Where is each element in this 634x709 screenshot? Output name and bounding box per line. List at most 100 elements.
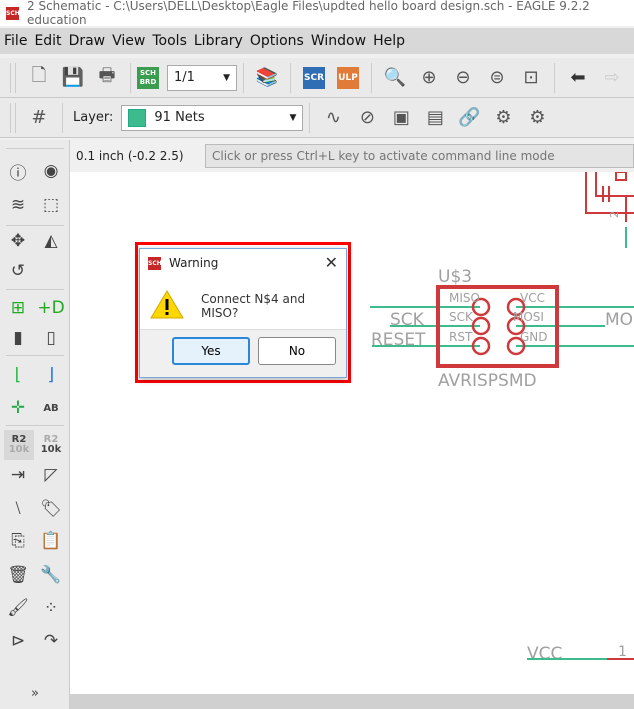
ulp-icon[interactable]: ULP bbox=[337, 66, 359, 89]
attribute-tag-icon[interactable]: 🏷 bbox=[38, 496, 64, 522]
rotate-icon[interactable]: ↺ bbox=[5, 258, 31, 284]
layer-select[interactable]: 91 Nets ▼ bbox=[121, 104, 304, 131]
mirror-icon[interactable]: ◭ bbox=[38, 228, 64, 254]
miter-icon[interactable]: ◸ bbox=[38, 462, 64, 488]
menu-bar: File Edit Draw View Tools Library Option… bbox=[0, 28, 634, 54]
part-name: U$3 bbox=[438, 267, 472, 287]
close-icon[interactable]: ✕ bbox=[325, 253, 338, 272]
multimeter-icon[interactable]: ▣ bbox=[388, 105, 414, 131]
horizontal-scrollbar[interactable] bbox=[70, 694, 634, 709]
pin-label-miso: MISO bbox=[449, 291, 480, 305]
app-icon: SCH bbox=[148, 256, 162, 270]
label-icon[interactable]: AB bbox=[38, 395, 64, 421]
zoom-area-icon[interactable]: ⊡ bbox=[518, 65, 544, 91]
menu-window[interactable]: Window bbox=[311, 33, 366, 49]
layer-value: 91 Nets bbox=[154, 110, 205, 125]
print-icon[interactable]: 🖶 bbox=[94, 65, 120, 91]
layers-icon[interactable]: ≋ bbox=[5, 192, 31, 218]
ratsnest-icon[interactable]: ⁘ bbox=[38, 595, 64, 621]
junction-icon[interactable]: ✛ bbox=[5, 395, 31, 421]
grid-coordinate: 0.1 inch (-0.2 2.5) bbox=[76, 149, 184, 163]
part-value: AVRISPSMD bbox=[438, 371, 537, 391]
command-line-input[interactable] bbox=[205, 144, 634, 168]
toolbar-grip[interactable] bbox=[10, 102, 16, 133]
yes-button[interactable]: Yes bbox=[172, 337, 250, 365]
bus-icon[interactable]: ⌋ bbox=[38, 362, 64, 388]
script-icon[interactable]: SCR bbox=[303, 66, 325, 89]
chevron-down-icon: ▼ bbox=[223, 72, 230, 83]
link-add-icon[interactable]: 🔗 bbox=[456, 105, 482, 131]
grid-icon[interactable]: # bbox=[26, 105, 52, 131]
pin-swap-icon[interactable]: ⇥ bbox=[5, 462, 31, 488]
probe-icon[interactable]: ⊘ bbox=[354, 105, 380, 131]
move-icon[interactable]: ✥ bbox=[5, 228, 31, 254]
eye-icon[interactable]: ◉ bbox=[38, 158, 64, 184]
layer-color-swatch bbox=[128, 108, 147, 127]
copy-icon[interactable]: ⎘ bbox=[5, 528, 31, 554]
no-button[interactable]: No bbox=[258, 337, 336, 365]
multimeter-alt-icon[interactable]: ▤ bbox=[422, 105, 448, 131]
pin-label-vcc: VCC bbox=[520, 291, 545, 305]
add-gate-icon[interactable]: +D bbox=[37, 295, 64, 321]
left-toolbar: ⓘ ◉ ≋ ⬚ ✥ ◭ ↺ ⊞ +D ▮ ▯ ⌊ ⌋ ✛ AB R2 10k R2… bbox=[0, 140, 70, 709]
zoom-in-icon[interactable]: ⊕ bbox=[416, 65, 442, 91]
pin-label-sck: SCK bbox=[449, 310, 474, 324]
invoke-icon[interactable]: ▯ bbox=[38, 325, 64, 351]
zoom-fit-icon[interactable]: 🔍 bbox=[382, 65, 408, 91]
value-tool-value: 10k bbox=[40, 444, 62, 455]
sheet-value: 1/1 bbox=[174, 70, 195, 85]
pin-number: 2 bbox=[608, 211, 621, 218]
name-tool-value: 10k bbox=[8, 444, 30, 455]
pin-label-rst: RST bbox=[449, 330, 473, 344]
warning-dialog: SCH Warning ✕ Connect N$4 and MISO? Yes … bbox=[139, 248, 347, 378]
title-bar: SCH 2 Schematic - C:\Users\DELL\Desktop\… bbox=[0, 0, 634, 27]
split-icon[interactable]: ⧵ bbox=[5, 496, 31, 522]
zoom-out-icon[interactable]: ⊖ bbox=[450, 65, 476, 91]
sch-brd-switch-icon[interactable]: SCH BRD bbox=[137, 66, 159, 89]
delete-icon[interactable]: 🗑 bbox=[5, 562, 31, 588]
name-tool[interactable]: R2 10k bbox=[4, 430, 34, 460]
net-icon[interactable]: ⌊ bbox=[5, 362, 31, 388]
add-part-icon[interactable]: ⊞ bbox=[5, 295, 31, 321]
dialog-title: Warning bbox=[169, 256, 219, 270]
menu-file[interactable]: File bbox=[4, 33, 27, 49]
main-toolbar: 🗋 💾 🖶 SCH BRD 1/1 ▼ 📚 SCR ULP 🔍 ⊕ ⊖ ⊜ ⊡ ⬅… bbox=[0, 58, 634, 98]
pin-number: 1 bbox=[618, 644, 627, 660]
menu-options[interactable]: Options bbox=[250, 33, 304, 49]
net-label-sck: SCK bbox=[390, 310, 425, 330]
sine-wave-icon[interactable]: ∿ bbox=[320, 105, 346, 131]
zoom-redraw-icon[interactable]: ⊜ bbox=[484, 65, 510, 91]
paint-roller-icon[interactable]: 🖌 bbox=[5, 595, 31, 621]
app-icon: SCH bbox=[6, 6, 20, 20]
smash-icon[interactable]: ↷ bbox=[38, 628, 64, 654]
menu-view[interactable]: View bbox=[112, 33, 145, 49]
gear-alt-icon[interactable]: ⚙ bbox=[524, 105, 550, 131]
menu-tools[interactable]: Tools bbox=[152, 33, 187, 49]
menu-library[interactable]: Library bbox=[194, 33, 243, 49]
library-icon[interactable]: 📚 bbox=[254, 65, 280, 91]
menu-help[interactable]: Help bbox=[373, 33, 405, 49]
net-label-mo: MO bbox=[605, 310, 633, 330]
paste-icon[interactable]: 📋 bbox=[38, 528, 64, 554]
wrench-icon[interactable]: 🔧 bbox=[38, 562, 64, 588]
gate-swap-icon[interactable]: ⊳ bbox=[5, 628, 31, 654]
command-row: 0.1 inch (-0.2 2.5) bbox=[70, 140, 634, 172]
gear-icon[interactable]: ⚙ bbox=[490, 105, 516, 131]
save-icon[interactable]: 💾 bbox=[60, 65, 86, 91]
expand-more-icon[interactable]: » bbox=[22, 680, 48, 706]
select-group-icon[interactable]: ⬚ bbox=[38, 192, 64, 218]
value-tool[interactable]: R2 10k bbox=[38, 432, 64, 458]
sheet-select[interactable]: 1/1 ▼ bbox=[167, 64, 237, 91]
window-title: 2 Schematic - C:\Users\DELL\Desktop\Eagl… bbox=[27, 0, 590, 27]
undo-icon[interactable]: ⬅ bbox=[565, 65, 591, 91]
toolbar-grip[interactable] bbox=[10, 62, 16, 93]
redo-icon[interactable]: ⇨ bbox=[599, 65, 625, 91]
pin-label-mosi: MOSI bbox=[513, 310, 544, 324]
replace-icon[interactable]: ▮ bbox=[5, 325, 31, 351]
menu-edit[interactable]: Edit bbox=[34, 33, 61, 49]
menu-draw[interactable]: Draw bbox=[69, 33, 106, 49]
info-icon[interactable]: ⓘ bbox=[5, 158, 31, 184]
net-label-reset: RESET bbox=[371, 330, 426, 350]
net-label-vcc: VCC bbox=[527, 644, 562, 664]
open-file-icon[interactable]: 🗋 bbox=[26, 65, 52, 91]
